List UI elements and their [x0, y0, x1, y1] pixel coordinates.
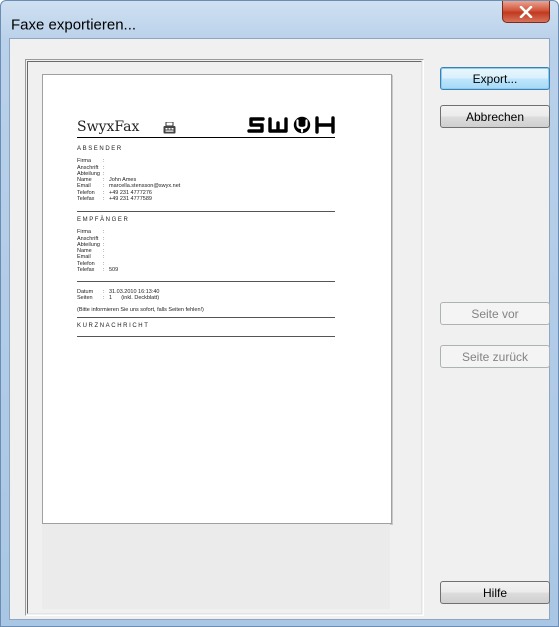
window-title: Faxe exportieren... [11, 16, 137, 34]
next-page-button[interactable]: Seite vor [440, 302, 550, 325]
message-title: KURZNACHRICHT [77, 323, 150, 329]
export-button[interactable]: Export... [440, 67, 550, 90]
message-section: KURZNACHRICHT [77, 323, 335, 329]
divider [77, 281, 335, 282]
preview-empty-area [42, 524, 390, 609]
meta-section: Datum:31.03.2010 16:13:40 Seiten:1 (inkl… [77, 289, 335, 313]
divider [77, 211, 335, 212]
close-button[interactable] [502, 1, 550, 23]
fax-page-preview: SwyxFax ABSENDER Firma: Anschrift: Abt… [42, 74, 392, 524]
dialog-client-area: SwyxFax ABSENDER Firma: Anschrift: Abt… [9, 38, 550, 620]
close-icon [519, 5, 533, 18]
title-bar[interactable]: Faxe exportieren... [1, 1, 558, 37]
divider [77, 317, 335, 318]
missing-pages-note: (Bitte informieren Sie uns sofort, falls… [77, 306, 204, 313]
sender-row: Telefax: +49 231 4777589 [77, 196, 152, 203]
previous-page-button[interactable]: Seite zurück [440, 345, 550, 368]
sender-section: ABSENDER Firma: Anschrift: Abteilung: Na… [77, 146, 335, 202]
fax-machine-icon [163, 122, 176, 134]
divider [77, 336, 335, 337]
swyxfax-brand: SwyxFax [77, 119, 140, 135]
fax-header: SwyxFax [77, 113, 335, 138]
export-fax-dialog: Faxe exportieren... SwyxFax ABSENDER Fir… [0, 0, 559, 627]
recipient-row: Telefax:509 [77, 267, 119, 274]
help-button[interactable]: Hilfe [440, 581, 550, 604]
recipient-section: EMPFÄNGER Firma: Anschrift: Abteilung: N… [77, 217, 335, 273]
swyx-logo-icon [247, 116, 335, 134]
cancel-button[interactable]: Abbrechen [440, 105, 550, 128]
fax-preview-pane[interactable]: SwyxFax ABSENDER Firma: Anschrift: Abt… [25, 59, 424, 616]
